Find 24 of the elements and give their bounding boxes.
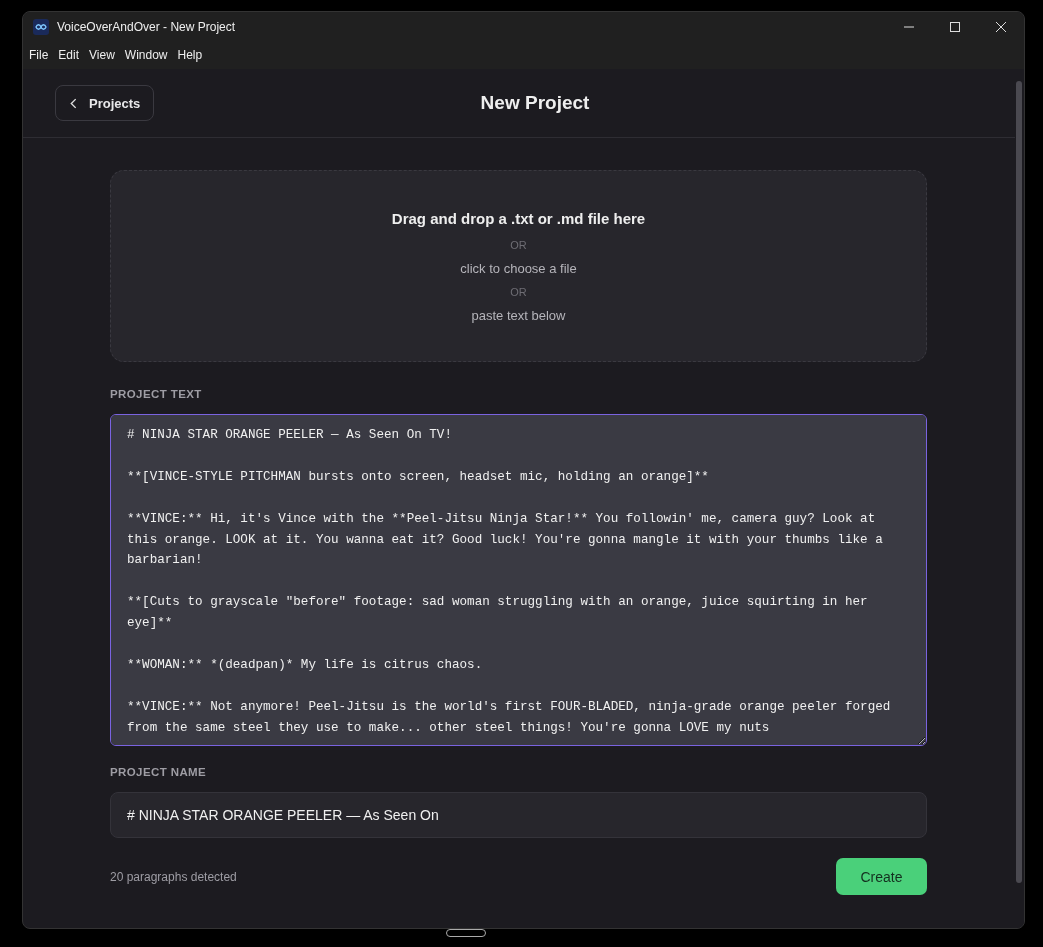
- or-divider-text: OR: [510, 285, 527, 298]
- menu-item[interactable]: View: [89, 48, 115, 62]
- window-title: VoiceOverAndOver - New Project: [57, 19, 236, 34]
- field-label: PROJECT NAME: [110, 766, 208, 778]
- project-text-area[interactable]: # NINJA STAR ORANGE PEELER — As Seen On TV! **[VINCE-STYLE PITCHMAN bursts onto screen, headset mic, holding an orange]** **VINCE:** Hi, it's Vince with the **Peel-Jitsu Ninja Star!** You followin' me, camera guy? Look at this orange. LOOK at it. You wanna eat it? Good luck! You're gonna mangle it with your thumbs like a barbarian! **[Cuts to grayscale "before" footage: sad woman struggling with an orange, juice squirting in her eye]** **WOMAN:** *(deadpan)* My life is citrus chaos. **VINCE:** Not anymore! Peel-Jitsu is the world's first FOUR-BLADED, ninja-grade orange peeler forged from the same steel they use to make... other steel things! You're gonna LOVE my nuts: [110, 414, 927, 746]
- project-name-field[interactable]: # NINJA STAR ORANGE PEELER — As Seen On: [110, 792, 927, 838]
- field-label: PROJECT TEXT: [110, 388, 203, 400]
- drop-heading: Drag and drop a .txt or .md file here: [391, 209, 646, 227]
- chevron-left-icon: [70, 97, 77, 109]
- app-logo-icon: [33, 18, 49, 35]
- back-button[interactable]: Projects: [55, 85, 155, 121]
- page-title: New Project: [480, 92, 590, 114]
- drop-option-text: click to choose a file: [460, 260, 577, 276]
- status-text: 20 paragraphs detected: [110, 869, 237, 884]
- close-icon[interactable]: [995, 20, 1007, 33]
- menu-item[interactable]: Edit: [58, 48, 80, 62]
- menu-item[interactable]: File: [29, 48, 49, 62]
- maximize-icon[interactable]: [949, 20, 961, 33]
- or-divider-text: OR: [510, 238, 527, 251]
- drop-option-text: paste text below: [471, 307, 566, 323]
- menu-item[interactable]: Help: [177, 48, 203, 62]
- menu-item[interactable]: Window: [124, 48, 168, 62]
- create-button[interactable]: Create: [836, 858, 927, 895]
- drop-zone[interactable]: Drag and drop a .txt or .md file here OR click to choose a file OR paste text below: [110, 170, 927, 362]
